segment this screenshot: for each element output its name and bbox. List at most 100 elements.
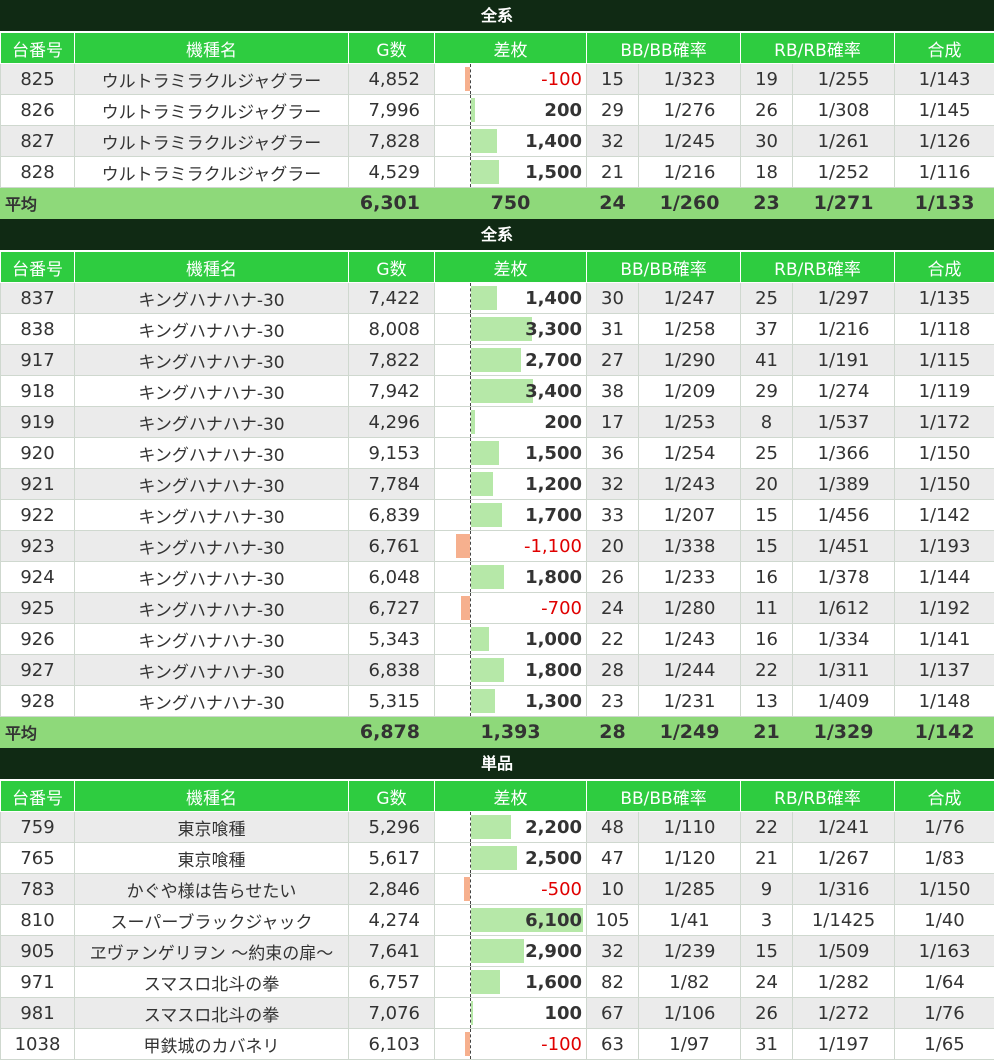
- header-diff[interactable]: 差枚: [435, 33, 587, 64]
- table-row[interactable]: 810スーパーブラックジャック4,2746,1001051/4131/14251…: [1, 905, 994, 936]
- game-count: 5,296: [349, 812, 435, 843]
- machine-name: キングハナハナ-30: [75, 531, 349, 562]
- diff-cell: -700: [435, 593, 587, 624]
- rb-count: 19: [741, 64, 793, 95]
- table-row[interactable]: 827ウルトラミラクルジャグラー7,8281,400321/245301/261…: [1, 126, 994, 157]
- table-row[interactable]: 837キングハナハナ-307,4221,400301/247251/2971/1…: [1, 283, 994, 314]
- table-row[interactable]: 838キングハナハナ-308,0083,300311/258371/2161/1…: [1, 314, 994, 345]
- table-row[interactable]: 981スマスロ北斗の拳7,076100671/106261/2721/76: [1, 998, 994, 1029]
- header-rb[interactable]: RB/RB確率: [741, 781, 895, 812]
- combined-probability: 1/135: [895, 283, 994, 314]
- table-row[interactable]: 825ウルトラミラクルジャグラー4,852-100151/323191/2551…: [1, 64, 994, 95]
- combined-probability: 1/40: [895, 905, 994, 936]
- machine-name: キングハナハナ-30: [75, 283, 349, 314]
- table-row[interactable]: 924キングハナハナ-306,0481,800261/233161/3781/1…: [1, 562, 994, 593]
- bb-probability: 1/243: [639, 469, 741, 500]
- game-count: 7,828: [349, 126, 435, 157]
- header-total[interactable]: 合成: [895, 781, 994, 812]
- header-no[interactable]: 台番号: [1, 252, 75, 283]
- machine-number: 922: [1, 500, 75, 531]
- header-no[interactable]: 台番号: [1, 33, 75, 64]
- table-row[interactable]: 920キングハナハナ-309,1531,500361/254251/3661/1…: [1, 438, 994, 469]
- header-bb[interactable]: BB/BB確率: [587, 252, 741, 283]
- table-row[interactable]: 971スマスロ北斗の拳6,7571,600821/82241/2821/64: [1, 967, 994, 998]
- rb-count: 26: [741, 998, 793, 1029]
- table-row[interactable]: 783かぐや様は告らせたい2,846-500101/28591/3161/150: [1, 874, 994, 905]
- bb-probability: 1/209: [639, 376, 741, 407]
- diff-bar: [471, 472, 493, 496]
- bb-probability: 1/276: [639, 95, 741, 126]
- table-row[interactable]: 918キングハナハナ-307,9423,400381/209291/2741/1…: [1, 376, 994, 407]
- table-row[interactable]: 917キングハナハナ-307,8222,700271/290411/1911/1…: [1, 345, 994, 376]
- bb-probability: 1/254: [639, 438, 741, 469]
- bb-count: 28: [587, 655, 639, 686]
- header-no[interactable]: 台番号: [1, 781, 75, 812]
- diff-value: 3,300: [525, 319, 582, 340]
- diff-cell: 1,600: [435, 967, 587, 998]
- diff-bar: [471, 286, 497, 310]
- table-row[interactable]: 925キングハナハナ-306,727-700241/280111/6121/19…: [1, 593, 994, 624]
- table-row[interactable]: 921キングハナハナ-307,7841,200321/243201/3891/1…: [1, 469, 994, 500]
- header-bb[interactable]: BB/BB確率: [587, 33, 741, 64]
- diff-bar: [471, 658, 504, 682]
- diff-value: 1,700: [525, 505, 582, 526]
- table-row[interactable]: 759東京喰種5,2962,200481/110221/2411/76: [1, 812, 994, 843]
- rb-count: 8: [741, 407, 793, 438]
- game-count: 4,274: [349, 905, 435, 936]
- table-row[interactable]: 927キングハナハナ-306,8381,800281/244221/3111/1…: [1, 655, 994, 686]
- header-g[interactable]: G数: [349, 33, 435, 64]
- header-total[interactable]: 合成: [895, 33, 994, 64]
- header-name[interactable]: 機種名: [75, 33, 349, 64]
- header-g[interactable]: G数: [349, 252, 435, 283]
- header-name[interactable]: 機種名: [75, 252, 349, 283]
- table-row[interactable]: 765東京喰種5,6172,500471/120211/2671/83: [1, 843, 994, 874]
- diff-axis-line: [470, 593, 471, 623]
- rb-count: 16: [741, 624, 793, 655]
- header-diff[interactable]: 差枚: [435, 252, 587, 283]
- diff-cell: 1,400: [435, 283, 587, 314]
- rb-count: 37: [741, 314, 793, 345]
- header-bb[interactable]: BB/BB確率: [587, 781, 741, 812]
- diff-value: 2,200: [525, 817, 582, 838]
- average-row: 平均6,8781,393281/249211/3291/142: [1, 717, 994, 748]
- bb-count: 30: [587, 283, 639, 314]
- machine-number: 921: [1, 469, 75, 500]
- table-row[interactable]: 928キングハナハナ-305,3151,300231/231131/4091/1…: [1, 686, 994, 717]
- header-rb[interactable]: RB/RB確率: [741, 252, 895, 283]
- table-row[interactable]: 926キングハナハナ-305,3431,000221/243161/3341/1…: [1, 624, 994, 655]
- header-name[interactable]: 機種名: [75, 781, 349, 812]
- rb-probability: 1/197: [793, 1029, 895, 1060]
- table-row[interactable]: 905ヱヴァンゲリヲン ～約束の扉～7,6412,900321/239151/5…: [1, 936, 994, 967]
- table-row[interactable]: 826ウルトラミラクルジャグラー7,996200291/276261/3081/…: [1, 95, 994, 126]
- diff-value: 1,800: [525, 660, 582, 681]
- diff-value: -500: [541, 879, 582, 900]
- diff-value: 200: [544, 100, 582, 121]
- average-bb-count: 28: [587, 717, 639, 748]
- rb-probability: 1/282: [793, 967, 895, 998]
- bb-probability: 1/106: [639, 998, 741, 1029]
- average-bb-probability: 1/249: [639, 717, 741, 748]
- bb-count: 38: [587, 376, 639, 407]
- table-row[interactable]: 828ウルトラミラクルジャグラー4,5291,500211/216181/252…: [1, 157, 994, 188]
- header-total[interactable]: 合成: [895, 252, 994, 283]
- machine-number: 1038: [1, 1029, 75, 1060]
- combined-probability: 1/192: [895, 593, 994, 624]
- rb-count: 22: [741, 812, 793, 843]
- diff-cell: 1,500: [435, 438, 587, 469]
- table-row[interactable]: 923キングハナハナ-306,761-1,100201/338151/4511/…: [1, 531, 994, 562]
- bb-count: 20: [587, 531, 639, 562]
- table-row[interactable]: 922キングハナハナ-306,8391,700331/207151/4561/1…: [1, 500, 994, 531]
- table-row[interactable]: 1038甲鉄城のカバネリ6,103-100631/97311/1971/65: [1, 1029, 994, 1060]
- header-diff[interactable]: 差枚: [435, 781, 587, 812]
- data-table: 台番号機種名G数差枚BB/BB確率RB/RB確率合成825ウルトラミラクルジャグ…: [0, 32, 994, 219]
- header-rb[interactable]: RB/RB確率: [741, 33, 895, 64]
- diff-bar: [461, 596, 470, 620]
- data-table: 台番号機種名G数差枚BB/BB確率RB/RB確率合成837キングハナハナ-307…: [0, 251, 994, 748]
- diff-bar: [471, 348, 521, 372]
- table-row[interactable]: 919キングハナハナ-304,296200171/25381/5371/172: [1, 407, 994, 438]
- bb-probability: 1/285: [639, 874, 741, 905]
- bb-count: 32: [587, 126, 639, 157]
- header-g[interactable]: G数: [349, 781, 435, 812]
- rb-count: 30: [741, 126, 793, 157]
- bb-count: 27: [587, 345, 639, 376]
